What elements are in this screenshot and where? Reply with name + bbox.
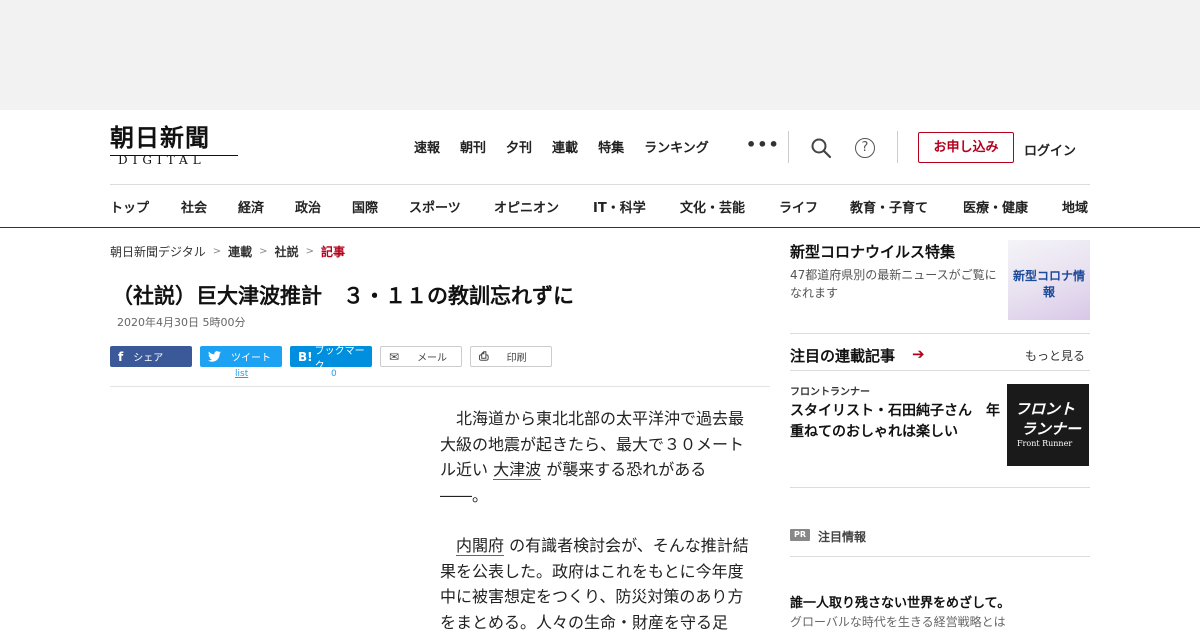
- facebook-share-label: シェア: [133, 353, 164, 364]
- corona-thumbnail[interactable]: 新型コロナ情報: [1008, 240, 1090, 320]
- ad-banner-area: [0, 0, 1200, 110]
- corona-thumb-label: 新型コロナ情報: [1012, 269, 1085, 299]
- share-divider: [110, 386, 770, 387]
- category-it-science[interactable]: IT・科学: [593, 197, 680, 216]
- pr-badge: PR: [790, 529, 810, 541]
- topnav-ranking[interactable]: ランキング: [644, 137, 709, 156]
- front-runner-headline[interactable]: スタイリスト・石田純子さん 年重ねてのおしゃれは楽しい: [790, 401, 1000, 443]
- twitter-icon: [208, 351, 221, 362]
- breadcrumb-separator: >: [212, 246, 222, 257]
- sidebar-divider: [790, 333, 1090, 334]
- article-date: 2020年4月30日 5時00分: [117, 316, 246, 329]
- breadcrumb-separator: >: [259, 246, 268, 257]
- help-icon[interactable]: ?: [855, 138, 875, 158]
- article-paragraph: 北海道から東北北部の太平洋沖で過去最大級の地震が起きたら、最大で３０メートル近い…: [440, 406, 750, 508]
- print-label: 印刷: [506, 353, 527, 364]
- twitter-share-label: ツイート: [231, 353, 271, 364]
- header-divider: [788, 131, 789, 163]
- article-paragraph: 内閣府 の有識者検討会が、そんな推計結果を公表した。政府はこれをもとに今年度中に…: [440, 533, 750, 630]
- pr-section-label: 注目情報: [818, 530, 867, 544]
- featured-series-title[interactable]: 注目の連載記事: [790, 345, 895, 366]
- breadcrumb-current: 記事: [320, 245, 345, 259]
- arrow-right-icon[interactable]: ➔: [912, 345, 925, 363]
- mail-icon: ✉: [389, 349, 400, 364]
- category-medical[interactable]: 医療・健康: [963, 197, 1062, 216]
- twitter-count[interactable]: list: [235, 369, 248, 379]
- sidebar-divider: [790, 370, 1090, 371]
- pr-subtext[interactable]: グローバルな時代を生きる経営戦略とは: [790, 613, 1006, 630]
- category-region[interactable]: 地域: [1062, 197, 1090, 216]
- keyword-link[interactable]: 内閣府: [456, 536, 505, 556]
- topnav-chokan[interactable]: 朝刊: [460, 137, 486, 156]
- category-culture[interactable]: 文化・芸能: [680, 197, 779, 216]
- mail-share-label: メール: [417, 353, 448, 364]
- header-divider: [897, 131, 898, 163]
- hatena-bookmark-button[interactable]: B! ブックマーク: [290, 346, 372, 372]
- front-runner-thumb-text: ランナー: [1021, 420, 1082, 438]
- search-icon[interactable]: [810, 137, 832, 159]
- asahi-logo[interactable]: 朝日新聞 DIGITAL: [110, 124, 242, 170]
- corona-feature-desc[interactable]: 47都道府県別の最新ニュースがご覧になれます: [790, 266, 1002, 302]
- category-top[interactable]: トップ: [110, 197, 181, 216]
- category-sports[interactable]: スポーツ: [409, 197, 494, 216]
- keyword-link[interactable]: 大津波: [493, 460, 542, 480]
- category-nav: トップ 社会 経済 政治 国際 スポーツ オピニオン IT・科学 文化・芸能 ラ…: [110, 197, 1090, 216]
- breadcrumb-separator: >: [305, 246, 314, 257]
- topnav-yukan[interactable]: 夕刊: [506, 137, 532, 156]
- facebook-icon: f: [118, 349, 124, 364]
- breadcrumb-rensai[interactable]: 連載: [228, 243, 252, 260]
- category-keizai[interactable]: 経済: [238, 197, 295, 216]
- category-kokusai[interactable]: 国際: [352, 197, 409, 216]
- category-life[interactable]: ライフ: [779, 197, 850, 216]
- breadcrumb-home[interactable]: 朝日新聞デジタル: [110, 243, 206, 260]
- front-runner-thumbnail[interactable]: フロント ランナー Front Runner: [1007, 384, 1089, 466]
- top-nav: 速報 朝刊 夕刊 連載 特集 ランキング: [414, 137, 729, 156]
- see-more-link[interactable]: もっと見る: [1025, 347, 1085, 364]
- hatena-bookmark-label: ブックマーク: [314, 345, 365, 372]
- apply-button[interactable]: お申し込み: [918, 132, 1014, 163]
- pr-headline[interactable]: 誰一人取り残さない世界をめざして。: [790, 592, 1010, 611]
- article-body: 北海道から東北北部の太平洋沖で過去最大級の地震が起きたら、最大で３０メートル近い…: [440, 406, 750, 630]
- front-runner-thumb-text: フロント: [1015, 400, 1076, 418]
- topnav-tokushu[interactable]: 特集: [598, 137, 624, 156]
- category-nav-bottom-border: [0, 227, 1200, 228]
- topnav-rensai[interactable]: 連載: [552, 137, 578, 156]
- twitter-share-button[interactable]: ツイート: [200, 346, 282, 367]
- sidebar-divider: [790, 556, 1090, 557]
- category-education[interactable]: 教育・子育て: [850, 197, 963, 216]
- category-shakai[interactable]: 社会: [181, 197, 238, 216]
- category-opinion[interactable]: オピニオン: [494, 197, 593, 216]
- front-runner-thumb-text: Front Runner: [1017, 439, 1073, 448]
- hatena-count[interactable]: 0: [331, 369, 337, 379]
- category-seiji[interactable]: 政治: [295, 197, 352, 216]
- category-nav-top-border: [110, 184, 1090, 185]
- article-headline: （社説）巨大津波推計 ３・１１の教訓忘れずに: [112, 284, 574, 308]
- print-button[interactable]: ⎙ 印刷: [470, 346, 552, 367]
- topnav-sokuho[interactable]: 速報: [414, 137, 440, 156]
- logo-kanji: 朝日新聞: [110, 123, 210, 152]
- hatena-icon: B!: [298, 349, 313, 364]
- breadcrumb: 朝日新聞デジタル > 連載 > 社説 > 記事: [110, 243, 345, 260]
- mail-share-button[interactable]: ✉ メール: [380, 346, 462, 367]
- breadcrumb-shasetsu[interactable]: 社説: [275, 243, 299, 260]
- logo-underline: [110, 155, 238, 156]
- front-runner-label: フロントランナー: [790, 387, 870, 398]
- login-link[interactable]: ログイン: [1024, 140, 1076, 159]
- more-menu-icon[interactable]: •••: [746, 135, 780, 154]
- sidebar-divider: [790, 487, 1090, 488]
- corona-feature-title[interactable]: 新型コロナウイルス特集: [790, 241, 955, 262]
- facebook-share-button[interactable]: f シェア: [110, 346, 192, 367]
- print-icon: ⎙: [479, 349, 489, 363]
